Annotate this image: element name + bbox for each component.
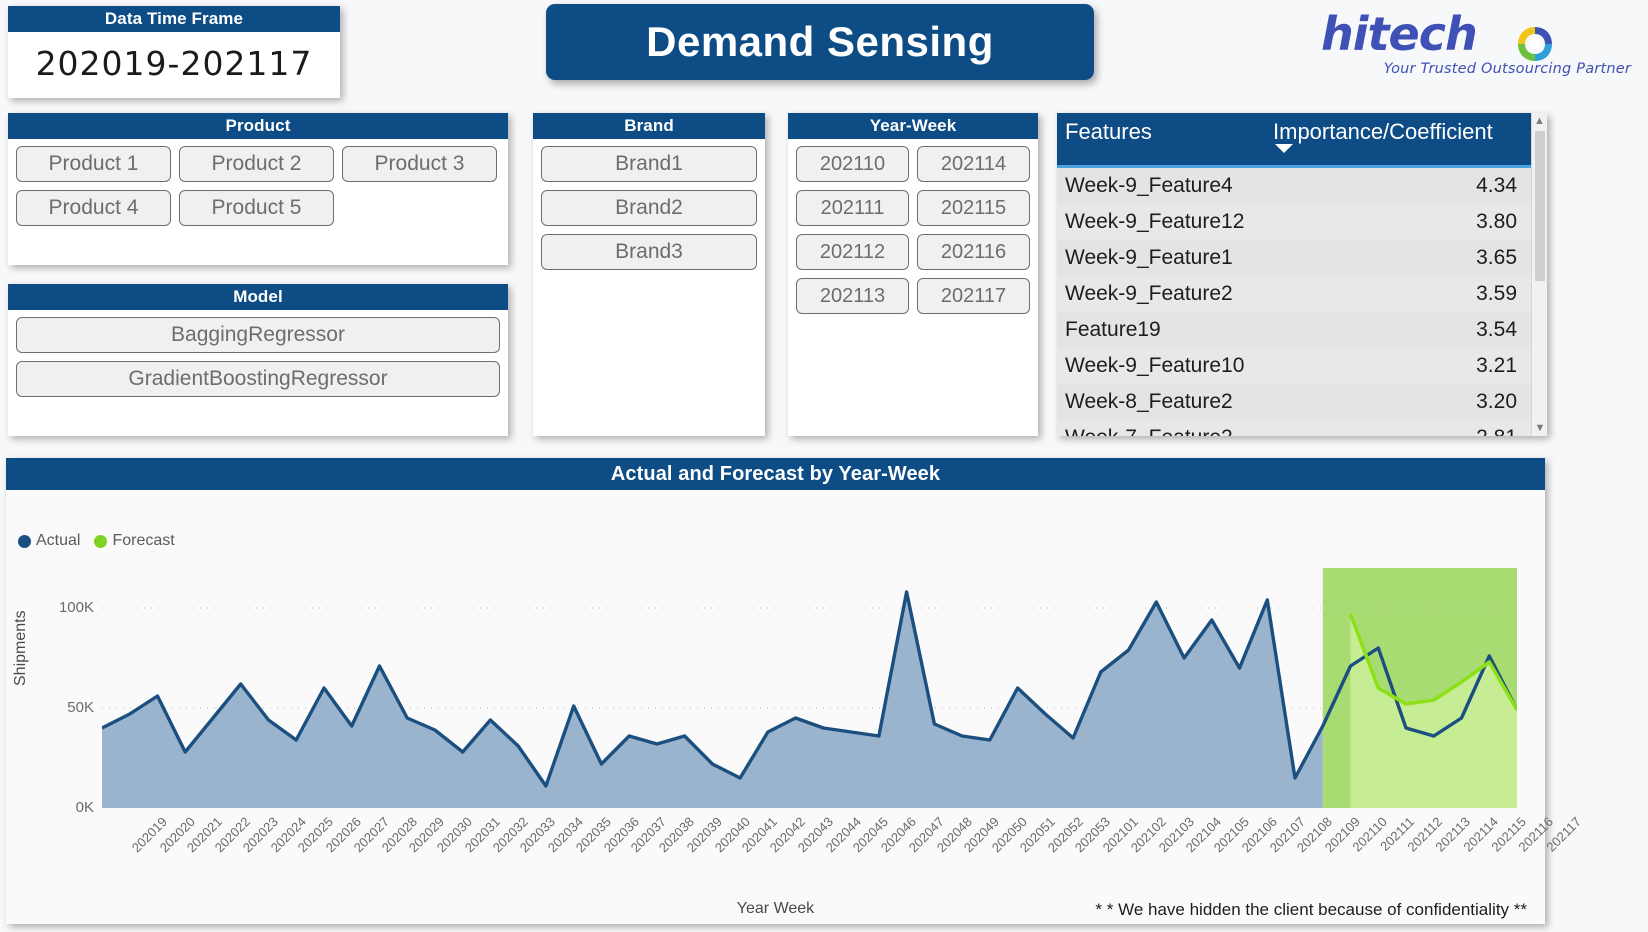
year-week-slicer-items: 202110 202114 202111 202115 202112 20211… [788, 139, 1038, 322]
year-week-tile-202115[interactable]: 202115 [917, 190, 1030, 226]
brand-tile-2[interactable]: Brand2 [541, 190, 757, 226]
feature-name: Week-9_Feature10 [1065, 354, 1245, 377]
model-tile-bagging-regressor[interactable]: BaggingRegressor [16, 317, 500, 353]
year-week-slicer: Year-Week 202110 202114 202111 202115 20… [788, 113, 1038, 436]
feature-value: 3.54 [1476, 318, 1517, 341]
table-row[interactable]: Week-9_Feature4 4.34 [1057, 168, 1547, 204]
features-table-body: Week-9_Feature4 4.34 Week-9_Feature12 3.… [1057, 168, 1547, 436]
brand-tile-1[interactable]: Brand1 [541, 146, 757, 182]
swirl-icon [1518, 27, 1552, 61]
y-axis-tick: 100K [58, 599, 94, 616]
chevron-up-icon[interactable]: ▲ [1532, 113, 1547, 129]
data-time-frame-value: 202019-202117 [35, 44, 313, 83]
legend-swatch-actual [18, 534, 31, 548]
brand-slicer: Brand Brand1 Brand2 Brand3 [533, 113, 765, 436]
data-time-frame-card: Data Time Frame 202019-202117 [8, 6, 340, 98]
feature-name: Week-7_Feature2 [1057, 426, 1409, 436]
legend-label-forecast: Forecast [112, 532, 175, 549]
y-axis-label: Shipments [12, 610, 29, 686]
legend-item-actual[interactable]: Actual [18, 532, 80, 550]
feature-value: 3.59 [1476, 282, 1517, 305]
table-row[interactable]: Week-9_Feature2 3.59 [1057, 276, 1547, 312]
chart-plot-area [102, 568, 1517, 808]
importance-column-label: Importance/Coefficient [1273, 119, 1493, 144]
year-week-tile-202110[interactable]: 202110 [796, 146, 909, 182]
features-table: Features Importance/Coefficient Week-9_F… [1057, 113, 1547, 436]
y-axis-tick: 0K [75, 799, 94, 816]
features-column-header[interactable]: Features [1057, 113, 1267, 165]
features-table-header: Features Importance/Coefficient [1057, 113, 1547, 168]
model-slicer: Model BaggingRegressor GradientBoostingR… [8, 284, 508, 436]
feature-value: 3.20 [1476, 390, 1517, 413]
legend-swatch-forecast [94, 534, 108, 548]
features-table-scrollbar[interactable]: ▲ ▼ [1531, 113, 1547, 436]
data-time-frame-title: Data Time Frame [8, 6, 340, 32]
year-week-tile-202116[interactable]: 202116 [917, 234, 1030, 270]
table-row[interactable]: Feature19 3.54 [1057, 312, 1547, 348]
brand-slicer-items: Brand1 Brand2 Brand3 [533, 139, 765, 278]
brand-slicer-title: Brand [533, 113, 765, 139]
product-slicer: Product Product 1 Product 2 Product 3 Pr… [8, 113, 508, 265]
feature-name: Week-9_Feature4 [1065, 174, 1233, 197]
importance-column-header[interactable]: Importance/Coefficient [1267, 113, 1547, 165]
table-row[interactable]: Week-7_Feature2 2.81 [1057, 420, 1547, 436]
feature-name: Week-9_Feature1 [1065, 246, 1233, 269]
table-row[interactable]: Week-8_Feature2 3.20 [1057, 384, 1547, 420]
legend-label-actual: Actual [36, 532, 81, 549]
model-tile-gradient-boosting-regressor[interactable]: GradientBoostingRegressor [16, 361, 500, 397]
product-tile-5[interactable]: Product 5 [179, 190, 334, 226]
year-week-tile-202114[interactable]: 202114 [917, 146, 1030, 182]
feature-value: 3.65 [1476, 246, 1517, 269]
chart-legend: Actual Forecast [18, 532, 175, 550]
product-tile-2[interactable]: Product 2 [179, 146, 334, 182]
actual-forecast-chart-panel: Actual and Forecast by Year-Week Actual … [6, 458, 1584, 924]
chart-body: Actual Forecast Shipments Year Week * * … [6, 490, 1584, 924]
y-axis-tick: 50K [67, 699, 94, 716]
product-tile-1[interactable]: Product 1 [16, 146, 171, 182]
product-slicer-title: Product [8, 113, 508, 139]
dashboard-title-card: Demand Sensing [546, 4, 1094, 80]
table-row[interactable]: Week-9_Feature10 3.21 [1057, 348, 1547, 384]
feature-name: Week-9_Feature2 [1065, 282, 1233, 305]
company-logo: hitech Your Trusted Outsourcing Partner [1315, 10, 1635, 90]
logo-wordmark: hitech [1321, 7, 1478, 61]
sort-descending-icon [1275, 144, 1293, 153]
scrollbar-thumb[interactable] [1535, 131, 1545, 281]
feature-name: Week-8_Feature2 [1065, 390, 1233, 413]
year-week-tile-202117[interactable]: 202117 [917, 278, 1030, 314]
feature-value: 2.81 [1409, 426, 1547, 436]
table-row[interactable]: Week-9_Feature1 3.65 [1057, 240, 1547, 276]
feature-name: Week-9_Feature12 [1065, 210, 1245, 233]
feature-value: 3.80 [1476, 210, 1517, 233]
logo-tagline: Your Trusted Outsourcing Partner [1383, 61, 1631, 77]
feature-value: 3.21 [1476, 354, 1517, 377]
year-week-tile-202111[interactable]: 202111 [796, 190, 909, 226]
product-tile-3[interactable]: Product 3 [342, 146, 497, 182]
chart-title: Actual and Forecast by Year-Week [6, 458, 1545, 490]
legend-item-forecast[interactable]: Forecast [94, 532, 175, 550]
feature-value: 4.34 [1476, 174, 1517, 197]
page-title: Demand Sensing [646, 18, 994, 65]
table-row[interactable]: Week-9_Feature12 3.80 [1057, 204, 1547, 240]
chevron-down-icon[interactable]: ▼ [1532, 420, 1547, 436]
dashboard-page: Data Time Frame 202019-202117 Demand Sen… [0, 0, 1648, 932]
brand-tile-3[interactable]: Brand3 [541, 234, 757, 270]
year-week-tile-202113[interactable]: 202113 [796, 278, 909, 314]
year-week-slicer-title: Year-Week [788, 113, 1038, 139]
year-week-tile-202112[interactable]: 202112 [796, 234, 909, 270]
confidentiality-footnote: * * We have hidden the client because of… [1095, 900, 1527, 919]
model-slicer-items: BaggingRegressor GradientBoostingRegress… [8, 310, 508, 405]
model-slicer-title: Model [8, 284, 508, 310]
feature-name: Feature19 [1065, 318, 1161, 341]
product-slicer-items: Product 1 Product 2 Product 3 Product 4 … [8, 139, 508, 234]
product-tile-4[interactable]: Product 4 [16, 190, 171, 226]
